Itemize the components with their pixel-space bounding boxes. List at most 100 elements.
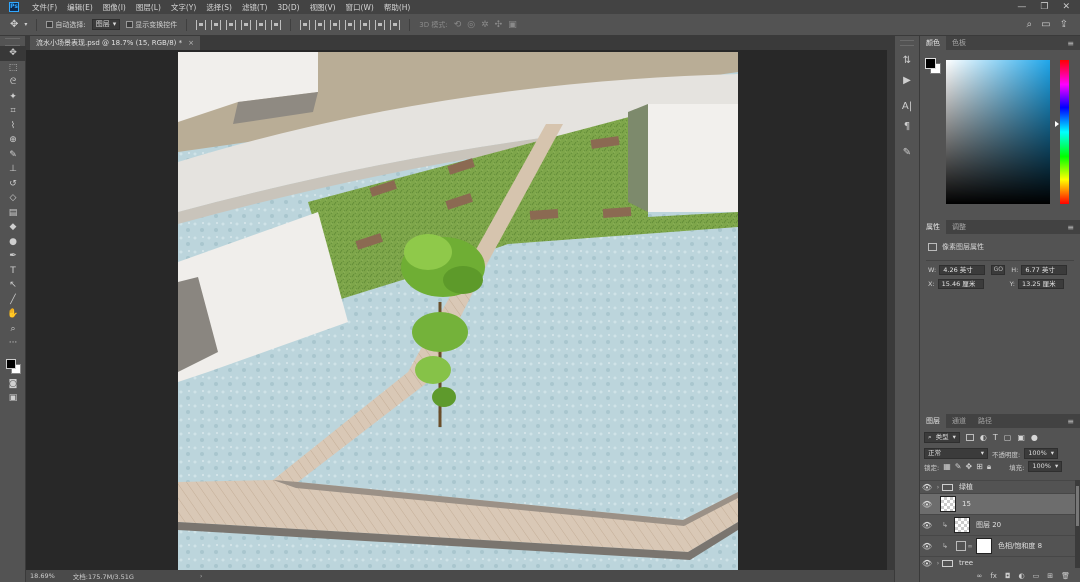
- layer-style-icon[interactable]: fx: [990, 572, 997, 580]
- distribute-left-icon[interactable]: [345, 19, 356, 30]
- filter-toggle-icon[interactable]: ●: [1031, 433, 1038, 442]
- tab-paths[interactable]: 路径: [972, 414, 998, 428]
- dodge-tool-icon[interactable]: ●: [0, 235, 26, 250]
- 3d-slide-icon[interactable]: ✣: [495, 20, 503, 30]
- status-menu-arrow-icon[interactable]: ›: [200, 572, 203, 580]
- align-vcenter-icon[interactable]: [211, 19, 222, 30]
- width-field[interactable]: 4.26 英寸: [939, 265, 986, 275]
- panel-menu-icon[interactable]: ≡: [1067, 36, 1080, 50]
- distribute-vcenter-icon[interactable]: [315, 19, 326, 30]
- align-left-icon[interactable]: [241, 19, 252, 30]
- auto-select-dropdown[interactable]: 图层 ▾: [91, 19, 121, 30]
- crop-tool-icon[interactable]: ⌗: [0, 104, 26, 119]
- layer-group-row[interactable]: 👁︎ › 绿植: [920, 480, 1075, 493]
- gradient-tool-icon[interactable]: ▤: [0, 206, 26, 221]
- height-field[interactable]: 6.77 英寸: [1021, 265, 1068, 275]
- lock-image-icon[interactable]: ✎: [955, 462, 962, 471]
- auto-align-icon[interactable]: [390, 19, 401, 30]
- menu-3d[interactable]: 3D(D): [272, 3, 304, 12]
- paragraph-panel-icon[interactable]: ¶: [895, 116, 919, 136]
- panel-grip[interactable]: [900, 40, 914, 46]
- hand-tool-icon[interactable]: ✋: [0, 307, 26, 322]
- document-tab[interactable]: 流水小场景表现.psd @ 18.7% (15, RGB/8) * ×: [30, 36, 200, 50]
- delete-layer-icon[interactable]: 🗑: [1061, 572, 1070, 580]
- color-swatches[interactable]: [0, 355, 25, 377]
- visibility-eye-icon[interactable]: 👁︎: [920, 559, 934, 568]
- distribute-bottom-icon[interactable]: [330, 19, 341, 30]
- align-top-icon[interactable]: [196, 19, 207, 30]
- hue-slider-marker-icon[interactable]: [1055, 121, 1059, 127]
- show-transform-checkbox[interactable]: 显示变换控件: [126, 20, 177, 30]
- filter-shape-icon[interactable]: ▢: [1004, 433, 1012, 442]
- minimize-button[interactable]: —: [1017, 2, 1026, 12]
- close-button[interactable]: ✕: [1062, 2, 1070, 12]
- workspace-icon[interactable]: ▭: [1041, 19, 1050, 30]
- align-bottom-icon[interactable]: [226, 19, 237, 30]
- panel-menu-icon[interactable]: ≡: [1067, 220, 1080, 234]
- x-field[interactable]: 15.46 厘米: [937, 279, 984, 289]
- menu-filter[interactable]: 滤镜(T): [237, 2, 272, 13]
- move-tool-icon[interactable]: ✥: [10, 19, 18, 30]
- actions-panel-icon[interactable]: ▶: [895, 70, 919, 90]
- y-field[interactable]: 13.25 厘米: [1017, 279, 1064, 289]
- new-group-icon[interactable]: ▭: [1033, 572, 1040, 580]
- path-selection-tool-icon[interactable]: ↖: [0, 278, 26, 293]
- layer-row[interactable]: 👁︎ ↳ 图层 20: [920, 514, 1075, 535]
- filter-pixel-icon[interactable]: [965, 434, 974, 441]
- fill-field[interactable]: 100% ▾: [1028, 461, 1063, 472]
- eyedropper-tool-icon[interactable]: ⌇: [0, 119, 26, 134]
- filter-type-icon[interactable]: T: [993, 433, 998, 442]
- add-mask-icon[interactable]: ◘: [1005, 572, 1011, 580]
- lock-artboard-icon[interactable]: ⊞: [976, 462, 983, 471]
- layer-filter-dropdown[interactable]: ⌕ 类型 ▾: [924, 432, 960, 443]
- filter-smart-object-icon[interactable]: ▣: [1017, 433, 1025, 442]
- share-icon[interactable]: ⇪: [1060, 19, 1068, 30]
- blend-mode-dropdown[interactable]: 正常 ▾: [924, 448, 988, 459]
- tab-swatches[interactable]: 色板: [946, 36, 972, 50]
- color-picker-field[interactable]: [946, 60, 1050, 204]
- auto-select-checkbox[interactable]: 自动选择:: [46, 20, 86, 30]
- line-tool-icon[interactable]: ╱: [0, 293, 26, 308]
- menu-image[interactable]: 图像(I): [98, 2, 131, 13]
- screen-mode-icon[interactable]: ▣: [0, 391, 26, 406]
- menu-edit[interactable]: 编辑(E): [62, 2, 98, 13]
- healing-brush-tool-icon[interactable]: ⊕: [0, 133, 26, 148]
- close-icon[interactable]: ×: [188, 39, 194, 47]
- brush-tool-icon[interactable]: ✎: [0, 148, 26, 163]
- lock-position-icon[interactable]: ✥: [965, 462, 972, 471]
- layer-group-row[interactable]: 👁︎ › tree: [920, 556, 1075, 569]
- visibility-eye-icon[interactable]: 👁︎: [920, 521, 934, 530]
- zoom-level[interactable]: 18.69%: [30, 572, 55, 580]
- distribute-right-icon[interactable]: [375, 19, 386, 30]
- layer-mask-thumbnail[interactable]: [976, 538, 992, 554]
- menu-view[interactable]: 视图(V): [305, 2, 341, 13]
- menu-file[interactable]: 文件(F): [27, 2, 62, 13]
- move-tool-icon[interactable]: ✥: [0, 46, 26, 61]
- history-panel-icon[interactable]: ⇅: [895, 50, 919, 70]
- panel-grip[interactable]: [5, 38, 20, 46]
- canvas-area[interactable]: [26, 50, 887, 570]
- restore-button[interactable]: ❐: [1040, 2, 1048, 12]
- align-hcenter-icon[interactable]: [256, 19, 267, 30]
- distribute-top-icon[interactable]: [300, 19, 311, 30]
- filter-adjustment-icon[interactable]: ◐: [980, 433, 987, 442]
- 3d-roll-icon[interactable]: ◎: [467, 20, 475, 30]
- link-layers-icon[interactable]: ∞: [977, 572, 983, 580]
- menu-help[interactable]: 帮助(H): [379, 2, 416, 13]
- tab-channels[interactable]: 通道: [946, 414, 972, 428]
- quick-mask-icon[interactable]: ◙: [0, 377, 26, 392]
- marquee-tool-icon[interactable]: ⬚: [0, 61, 26, 76]
- tab-properties[interactable]: 属性: [920, 220, 946, 234]
- menu-select[interactable]: 选择(S): [201, 2, 237, 13]
- character-panel-icon[interactable]: A|: [895, 96, 919, 116]
- panel-menu-icon[interactable]: ≡: [1067, 414, 1080, 428]
- type-tool-icon[interactable]: T: [0, 264, 26, 279]
- visibility-eye-icon[interactable]: 👁︎: [920, 483, 934, 492]
- distribute-hcenter-icon[interactable]: [360, 19, 371, 30]
- canvas-vertical-scrollbar[interactable]: [887, 50, 894, 570]
- layer-row-selected[interactable]: 👁︎ 15: [920, 493, 1075, 514]
- brush-settings-icon[interactable]: ✎: [895, 142, 919, 162]
- magic-wand-tool-icon[interactable]: ✦: [0, 90, 26, 105]
- menu-layer[interactable]: 图层(L): [131, 2, 166, 13]
- visibility-eye-icon[interactable]: 👁︎: [920, 500, 934, 509]
